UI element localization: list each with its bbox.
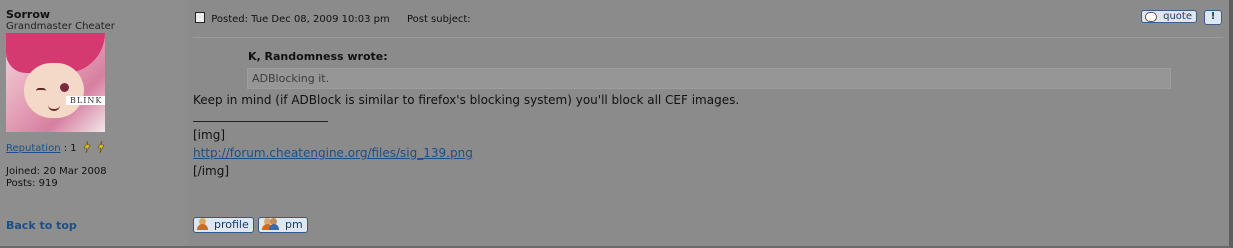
post-body-text: Keep in mind (if ADBlock is similar to f… (193, 93, 740, 107)
profile-icon (196, 218, 210, 231)
quote-text: ADBlocking it. (252, 72, 330, 85)
quote-button[interactable]: quote (1141, 10, 1197, 23)
post-header: Posted: Tue Dec 08, 2009 10:03 pm Post s… (195, 12, 471, 25)
profile-button-label: profile (214, 218, 249, 231)
pm-icon (261, 218, 281, 231)
joined-date: Joined: 20 Mar 2008 (6, 166, 107, 177)
pm-button-label: pm (285, 218, 303, 231)
quote-button-label: quote (1163, 11, 1192, 22)
avatar-eye (60, 83, 69, 92)
report-button[interactable]: ! (1204, 10, 1222, 25)
post-document-icon (195, 12, 205, 23)
reputation-value: : 1 (63, 143, 77, 154)
quote-author: K, Randomness wrote: (248, 50, 388, 63)
post-date: Posted: Tue Dec 08, 2009 10:03 pm (211, 14, 390, 25)
post-count: Posts: 919 (6, 178, 58, 189)
quote-box: ADBlocking it. (247, 68, 1171, 89)
signature-img-close: [/img] (193, 164, 230, 178)
author-stats: Joined: 20 Mar 2008 Posts: 919 (6, 166, 107, 190)
author-username[interactable]: Sorrow (6, 8, 50, 21)
avatar: BLINK (6, 33, 105, 132)
reputation-bolt-icon (83, 141, 91, 153)
reputation: Reputation : 1 (6, 141, 105, 154)
back-to-top-link[interactable]: Back to top (6, 219, 77, 232)
avatar-caption: BLINK (66, 96, 105, 105)
signature-link[interactable]: http://forum.cheatengine.org/files/sig_1… (193, 146, 473, 160)
avatar-eye (36, 88, 46, 94)
author-column: Sorrow Grandmaster Cheater BLINK Reputat… (0, 0, 187, 246)
post-frame: Sorrow Grandmaster Cheater BLINK Reputat… (0, 0, 1233, 248)
author-rank: Grandmaster Cheater (6, 21, 115, 32)
speech-bubble-icon (1145, 12, 1157, 22)
post-subject: Post subject: (406, 14, 471, 25)
pm-button[interactable]: pm (258, 217, 308, 233)
header-divider (193, 37, 1223, 38)
reputation-bolt-icon (97, 141, 105, 153)
signature-divider (193, 121, 328, 122)
signature-img-open: [img] (193, 128, 226, 142)
profile-button[interactable]: profile (193, 217, 254, 233)
reputation-link[interactable]: Reputation (6, 143, 61, 154)
